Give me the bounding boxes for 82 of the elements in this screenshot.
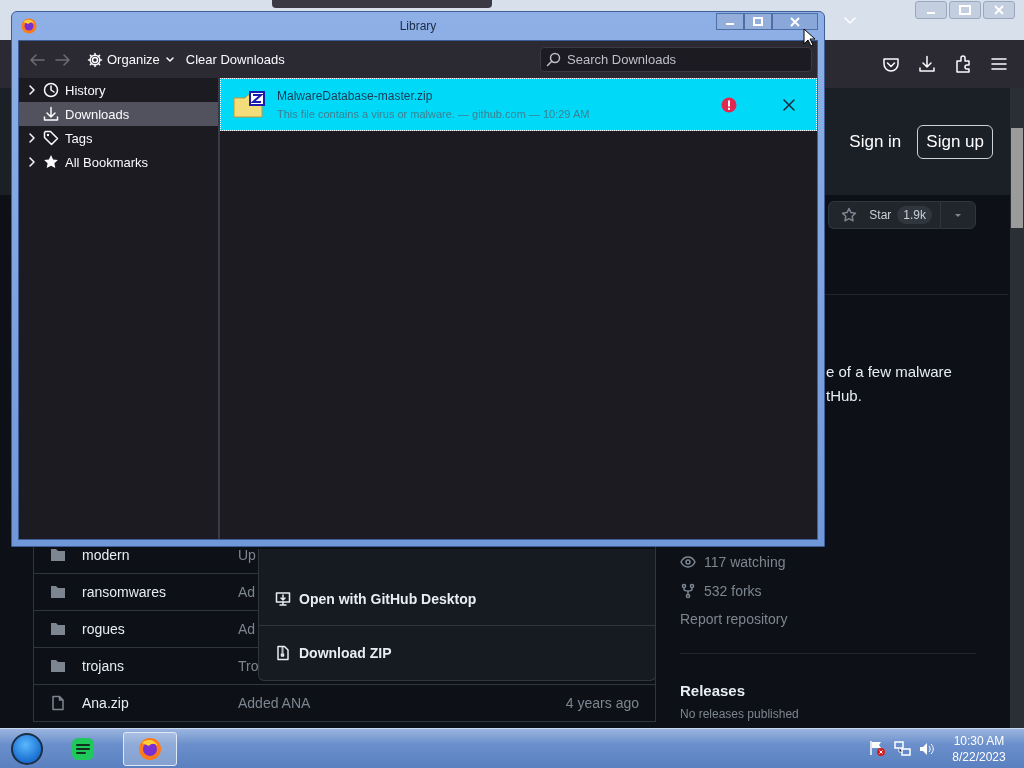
- folder-icon: [50, 658, 66, 674]
- commit-message: Tro: [238, 658, 259, 674]
- report-repository-link[interactable]: Report repository: [680, 605, 1008, 634]
- commit-message: Up: [238, 547, 256, 563]
- extensions-icon[interactable]: [954, 55, 972, 73]
- file-name-link[interactable]: ransomwares: [82, 584, 238, 600]
- star-icon: [841, 207, 858, 223]
- browser-icon: [21, 18, 37, 34]
- sidebar-item[interactable]: Downloads: [19, 102, 218, 126]
- about-text: tHub.: [826, 386, 863, 406]
- sign-up-button[interactable]: Sign up: [917, 124, 993, 159]
- close-icon: [789, 16, 801, 27]
- network-icon[interactable]: [894, 740, 911, 757]
- about-text: e of a few malware: [826, 362, 953, 382]
- download-icon: [43, 106, 59, 122]
- sidebar-item[interactable]: Tags: [19, 126, 218, 150]
- window-title: Library: [398, 19, 438, 33]
- download-status: This file contains a virus or malware. — github.com — 10:29 AM: [277, 108, 591, 120]
- settings-icon: [87, 51, 103, 68]
- file-name-link[interactable]: modern: [82, 547, 238, 563]
- star-count: 1.9k: [897, 206, 932, 224]
- back-icon[interactable]: [29, 51, 45, 68]
- commit-time: 4 years ago: [565, 695, 639, 711]
- action-center-flag-icon[interactable]: [869, 740, 886, 757]
- star-dropdown-button[interactable]: [940, 201, 976, 229]
- eye-icon: [680, 553, 696, 570]
- clock-icon: [43, 82, 59, 98]
- desktop-download-icon: [275, 591, 291, 607]
- folder-icon: [50, 584, 66, 600]
- releases-heading: Releases: [680, 682, 747, 699]
- commit-message: Ad: [238, 621, 256, 637]
- menu-icon[interactable]: [990, 55, 1008, 73]
- file-name-link[interactable]: trojans: [82, 658, 238, 674]
- menu-item[interactable]: Download ZIP: [259, 625, 655, 680]
- menu-item[interactable]: Open with GitHub Desktop: [259, 573, 655, 625]
- minimize-button[interactable]: [716, 13, 744, 30]
- caret-icon: [165, 57, 174, 62]
- file-name-link[interactable]: Ana.zip: [82, 695, 238, 711]
- caret-icon: [954, 212, 962, 218]
- sidebar-item[interactable]: All Bookmarks: [19, 150, 218, 174]
- maximize-icon: [959, 5, 971, 15]
- browser-icon: [138, 736, 162, 761]
- clock-date[interactable]: 8/22/2023: [943, 748, 1015, 765]
- close-icon[interactable]: [782, 97, 796, 112]
- maximize-button[interactable]: [744, 13, 772, 30]
- chevron-right-icon[interactable]: [27, 84, 37, 96]
- scrollbar[interactable]: [1010, 88, 1024, 728]
- forward-icon[interactable]: [55, 51, 71, 68]
- download-item[interactable]: MalwareDatabase-master.zip This file contains a virus or malware. — github.com — 10:29 AM: [220, 78, 817, 131]
- zip-folder-icon: [233, 89, 265, 120]
- star-label: Star: [869, 208, 892, 222]
- zip-file-icon: [275, 645, 291, 661]
- close-icon: [993, 5, 1005, 15]
- stat-link[interactable]: 532 forks: [704, 582, 762, 599]
- search-field[interactable]: Search Downloads: [540, 47, 812, 72]
- file-name: MalwareDatabase-master.zip: [277, 89, 434, 103]
- clear-downloads-button[interactable]: Clear Downloads: [181, 48, 289, 71]
- commit-message: Added ANA: [238, 695, 311, 711]
- releases-note: No releases published: [680, 707, 800, 721]
- star-icon: [43, 154, 59, 170]
- file-name-link[interactable]: rogues: [82, 621, 238, 637]
- organize-menu-button[interactable]: Organize: [87, 51, 174, 68]
- star-button[interactable]: Star 1.9k: [828, 201, 940, 229]
- maximize-icon: [752, 16, 764, 27]
- chevron-right-icon[interactable]: [27, 132, 37, 144]
- notes-app-icon: [71, 736, 95, 761]
- download-icon[interactable]: [918, 55, 936, 73]
- close-button[interactable]: [772, 13, 818, 30]
- folder-icon: [50, 621, 66, 637]
- sign-in-link[interactable]: Sign in: [849, 131, 902, 152]
- taskbar-app-button[interactable]: [123, 731, 177, 766]
- chevron-right-icon[interactable]: [27, 156, 37, 168]
- cursor-icon: [803, 28, 817, 48]
- fork-icon: [680, 582, 696, 599]
- tag-icon: [43, 130, 59, 146]
- pocket-icon[interactable]: [882, 56, 900, 72]
- start-button[interactable]: [11, 732, 43, 765]
- scrollbar-thumb[interactable]: [1011, 128, 1023, 228]
- file-icon: [50, 695, 66, 711]
- stat-link[interactable]: 117 watching: [704, 553, 786, 570]
- sidebar-item[interactable]: History: [19, 78, 218, 102]
- commit-message: Ad: [238, 584, 256, 600]
